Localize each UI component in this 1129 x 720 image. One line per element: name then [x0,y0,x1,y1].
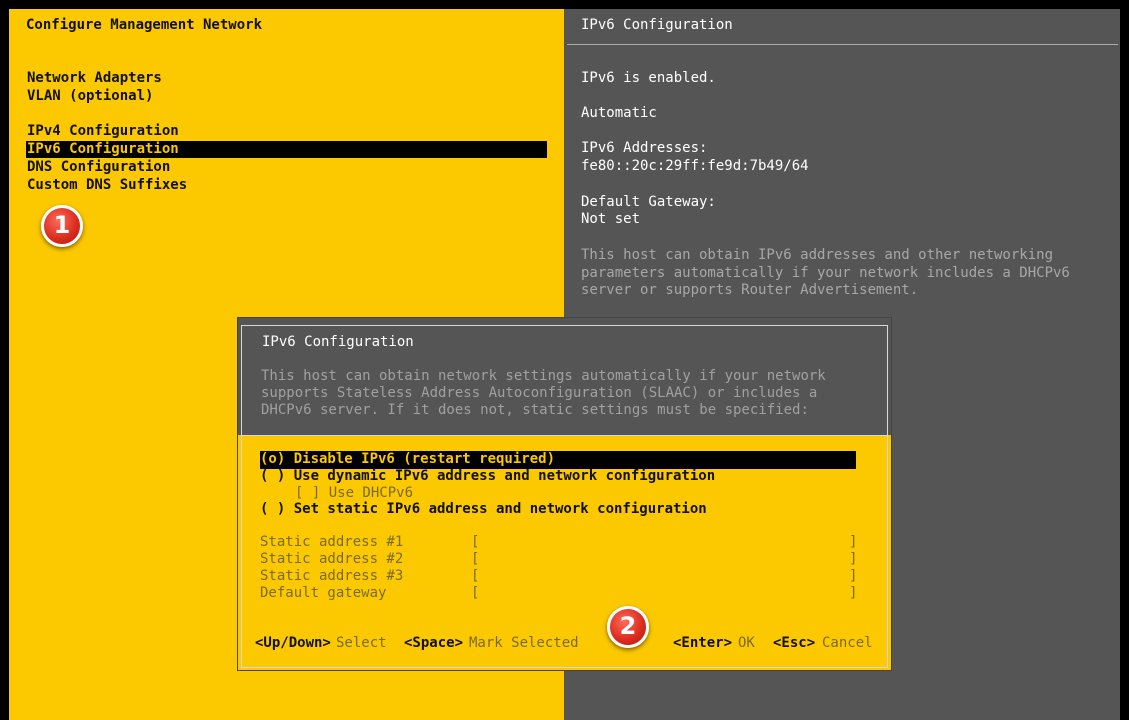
ipv6-addresses-label: IPv6 Addresses: [581,140,708,156]
right-description-line: parameters automatically if your network… [581,265,1070,281]
right-pane-title: IPv6 Configuration [581,17,733,33]
key-esc[interactable]: <Esc> [773,635,815,653]
ipv6-addresses-value: fe80::20c:29ff:fe9d:7b49/64 [581,158,809,174]
field-label-static-address-1: Static address #1 [260,534,404,550]
dialog-title: IPv6 Configuration [262,334,414,350]
field-label-static-address-3: Static address #3 [260,568,404,584]
key-esc-desc: Cancel [822,635,873,651]
field-static-address-1-close: ] [849,534,858,550]
option-static-ipv6[interactable]: ( ) Set static IPv6 address and network … [260,501,707,519]
ipv6-configuration-dialog: IPv6 Configuration This host can obtain … [237,317,892,671]
ipv6-status: IPv6 is enabled. [581,70,716,86]
menu-item-network-adapters[interactable]: Network Adapters [26,70,547,87]
menu-item-vlan[interactable]: VLAN (optional) [26,88,547,105]
key-up-down[interactable]: <Up/Down> [255,635,331,653]
option-dynamic-ipv6[interactable]: ( ) Use dynamic IPv6 address and network… [260,468,715,486]
field-static-address-2-open: [ [471,551,480,567]
field-static-address-3-open: [ [471,568,480,584]
dialog-header-divider [241,435,888,436]
field-static-address-3-close: ] [849,568,858,584]
menu-item-ipv4-configuration[interactable]: IPv4 Configuration [26,123,547,140]
key-enter[interactable]: <Enter> [673,635,732,653]
right-description-line: server or supports Router Advertisement. [581,282,919,298]
menu-item-ipv6-configuration[interactable]: IPv6 Configuration [26,141,547,158]
dialog-description-line: supports Stateless Address Autoconfigura… [261,385,818,401]
right-description-line: This host can obtain IPv6 addresses and … [581,247,1054,263]
field-label-static-address-2: Static address #2 [260,551,404,567]
key-space[interactable]: <Space> [404,635,463,653]
default-gateway-label: Default Gateway: [581,194,716,210]
step-badge-2: 2 [607,606,649,648]
menu-item-dns-configuration[interactable]: DNS Configuration [26,159,547,176]
option-disable-ipv6[interactable]: (o) Disable IPv6 (restart required) [260,451,856,469]
field-label-default-gateway: Default gateway [260,585,387,601]
default-gateway-value: Not set [581,211,641,227]
key-space-desc: Mark Selected [469,635,579,651]
menu-item-custom-dns-suffixes[interactable]: Custom DNS Suffixes [26,177,547,194]
field-static-address-1-open: [ [471,534,480,550]
right-pane-divider [567,44,1118,45]
key-up-down-desc: Select [336,635,387,651]
step-badge-1: 1 [41,205,83,247]
field-default-gateway-close: ] [849,585,858,601]
key-enter-desc: OK [738,635,755,651]
dialog-description-line: DHCPv6 server. If it does not, static se… [261,402,809,418]
left-pane-title: Configure Management Network [26,17,263,33]
dialog-description-line: This host can obtain network settings au… [261,368,826,384]
option-use-dhcpv6[interactable]: [ ] Use DHCPv6 [295,485,413,503]
field-static-address-2-close: ] [849,551,858,567]
field-default-gateway-open: [ [471,585,480,601]
ipv6-mode: Automatic [581,105,657,121]
